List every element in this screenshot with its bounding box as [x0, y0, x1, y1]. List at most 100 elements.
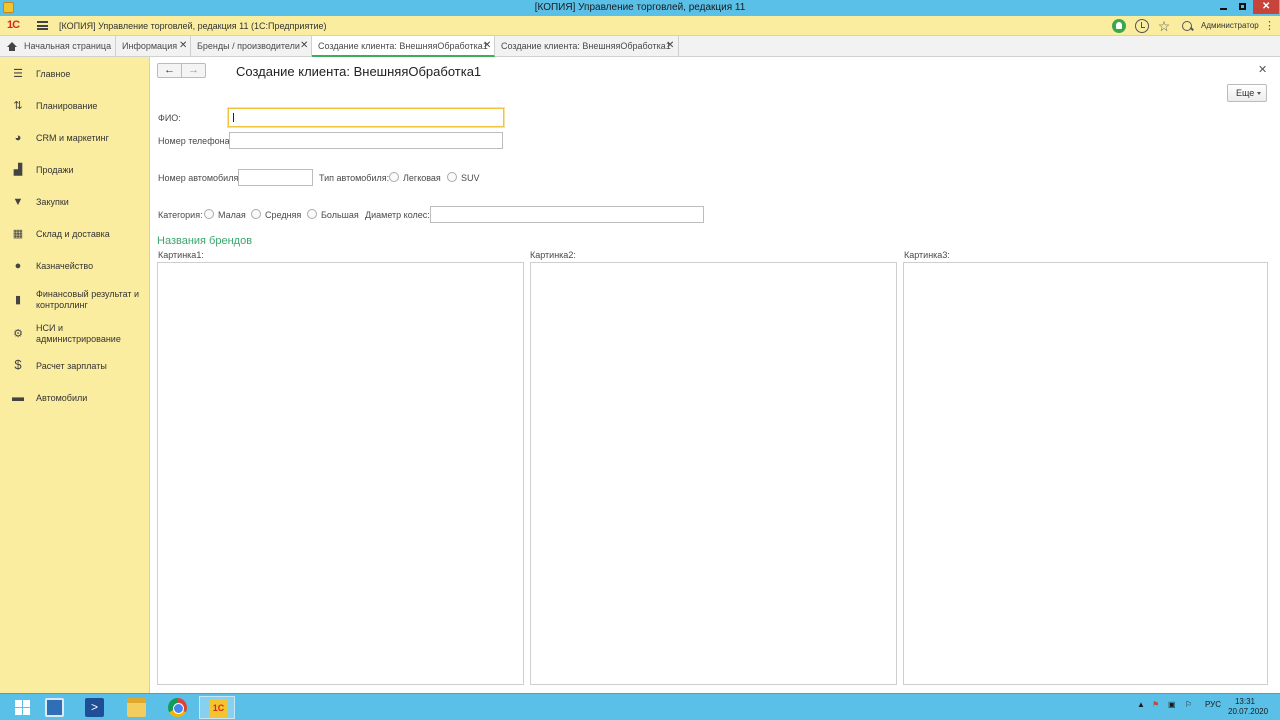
tabs-bar: Начальная страница Информация ✕ Бренды /…	[0, 36, 1280, 57]
picture-1-box[interactable]	[157, 262, 524, 685]
close-tab-icon[interactable]: ✕	[300, 40, 308, 51]
back-button[interactable]: ←	[157, 63, 182, 78]
sidebar-item-sales[interactable]: ▟ Продажи	[0, 155, 150, 185]
forward-button[interactable]: →	[181, 63, 206, 78]
search-icon[interactable]	[1180, 19, 1194, 33]
sidebar-item-label: Планирование	[36, 101, 98, 111]
tray-flag-icon[interactable]: ⚐	[1185, 700, 1192, 709]
picture-3-box[interactable]	[903, 262, 1268, 685]
sections-sidebar: ☰ Главное ⇅ Планирование ◕ CRM и маркети…	[0, 57, 150, 693]
category-radio-medium[interactable]	[251, 209, 261, 219]
sidebar-item-label: Закупки	[36, 197, 69, 207]
tab-create-client[interactable]: Создание клиента: ВнешняяОбработка1 ✕	[495, 36, 679, 57]
tab-info[interactable]: Информация ✕	[116, 36, 191, 57]
taskbar-powershell[interactable]: >	[76, 696, 112, 719]
windows-logo-icon	[15, 708, 22, 715]
sidebar-item-crm[interactable]: ◕ CRM и маркетинг	[0, 123, 150, 153]
pie-chart-icon: ◕	[14, 132, 22, 144]
sidebar-item-label: Казначейство	[36, 261, 94, 271]
sidebar-item-cars[interactable]: ▬ Автомобили	[0, 383, 150, 413]
taskbar-clock[interactable]: 13:31 20.07.2020	[1228, 697, 1268, 717]
tray-security-icon[interactable]: ⚑	[1152, 700, 1159, 709]
bar-chart-icon: ▮	[14, 294, 22, 306]
sidebar-item-finance[interactable]: ▮ Финансовый результат и контроллинг	[0, 283, 150, 317]
car-type-radio-suv[interactable]	[447, 172, 457, 182]
language-indicator[interactable]: РУС	[1205, 700, 1221, 709]
tab-label: Бренды / производители	[197, 41, 300, 51]
minimize-button[interactable]	[1214, 0, 1233, 14]
phone-field[interactable]	[229, 132, 503, 149]
close-tab-icon[interactable]: ✕	[666, 40, 674, 51]
taskbar-chrome[interactable]	[159, 696, 195, 719]
sidebar-item-admin[interactable]: ⚙ НСИ и администрирование	[0, 317, 150, 351]
more-menu-icon[interactable]: ⋮	[1264, 19, 1275, 32]
picture-2-box[interactable]	[530, 262, 897, 685]
chrome-icon	[168, 698, 187, 717]
taskbar-1c[interactable]: 1С	[199, 696, 235, 719]
phone-input[interactable]	[230, 133, 502, 148]
category-radio-small[interactable]	[204, 209, 214, 219]
picture-1-label: Картинка1:	[158, 250, 204, 260]
close-tab-icon[interactable]: ✕	[179, 40, 187, 51]
fio-field[interactable]	[228, 108, 504, 127]
sidebar-item-main[interactable]: ☰ Главное	[0, 59, 150, 89]
sidebar-item-purchases[interactable]: ▼ Закупки	[0, 187, 150, 217]
logo-1c-icon: 1С	[7, 19, 20, 31]
wheel-diameter-input[interactable]	[431, 207, 703, 222]
app-topbar: 1С [КОПИЯ] Управление торговлей, редакци…	[0, 16, 1280, 36]
window-titlebar: [КОПИЯ] Управление торговлей, редакция 1…	[0, 0, 1280, 16]
sidebar-item-warehouse[interactable]: ▦ Склад и доставка	[0, 219, 150, 249]
car-type-radio-passenger[interactable]	[389, 172, 399, 182]
sidebar-item-label: Продажи	[36, 165, 74, 175]
minimize-icon	[1220, 8, 1227, 10]
sidebar-item-label: CRM и маркетинг	[36, 133, 109, 143]
menu-icon: ☰	[13, 68, 23, 80]
history-icon[interactable]	[1135, 19, 1149, 33]
tab-create-client-active[interactable]: Создание клиента: ВнешняяОбработка1 ✕	[312, 36, 495, 57]
close-form-icon[interactable]: ✕	[1258, 63, 1267, 76]
user-name[interactable]: Администратор	[1201, 21, 1259, 30]
sidebar-item-planning[interactable]: ⇅ Планирование	[0, 91, 150, 121]
car-type-label: Тип автомобиля:	[319, 173, 390, 183]
wheel-diameter-field[interactable]	[430, 206, 704, 223]
windows-logo-icon	[23, 708, 30, 715]
clock-time: 13:31	[1234, 697, 1256, 706]
car-type-option-label: Легковая	[403, 173, 441, 183]
sidebar-item-salary[interactable]: $ Расчет зарплаты	[0, 351, 150, 381]
close-window-button[interactable]: ✕	[1253, 0, 1279, 14]
car-number-field[interactable]	[238, 169, 313, 186]
tab-home[interactable]: Начальная страница	[0, 36, 116, 57]
category-radio-large[interactable]	[307, 209, 317, 219]
sidebar-item-label: Финансовый результат и контроллинг	[36, 289, 140, 310]
picture-2-label: Картинка2:	[530, 250, 576, 260]
close-icon: ✕	[1262, 1, 1271, 12]
more-button[interactable]: Еще	[1227, 84, 1267, 102]
car-number-input[interactable]	[239, 170, 312, 185]
money-bag-icon: $	[14, 357, 22, 372]
sidebar-item-label: Автомобили	[36, 393, 88, 403]
main-menu-icon[interactable]	[37, 21, 48, 30]
start-button[interactable]	[4, 696, 40, 719]
sidebar-item-label: Главное	[36, 69, 71, 79]
app-title: [КОПИЯ] Управление торговлей, редакция 1…	[59, 21, 327, 31]
picture-3-label: Картинка3:	[904, 250, 950, 260]
maximize-icon	[1239, 3, 1246, 10]
favorites-star-icon[interactable]: ☆	[1157, 19, 1171, 33]
taskbar-explorer[interactable]	[118, 696, 154, 719]
sidebar-item-treasury[interactable]: ● Казначейство	[0, 251, 150, 281]
tab-label: Создание клиента: ВнешняяОбработка1	[501, 41, 671, 51]
fio-input[interactable]	[229, 109, 503, 126]
1c-app-icon: 1С	[209, 699, 228, 718]
car-icon: ▬	[12, 390, 24, 404]
close-tab-icon[interactable]: ✕	[483, 40, 491, 51]
windows-taskbar: > 1С ▲ ⚑ ▣ ⚐ РУС 13:31 20.07.2020	[0, 693, 1280, 720]
tab-label: Создание клиента: ВнешняяОбработка1	[318, 41, 488, 51]
tab-brands[interactable]: Бренды / производители ✕	[191, 36, 312, 57]
maximize-button[interactable]	[1233, 0, 1252, 14]
tray-expand-icon[interactable]: ▲	[1137, 700, 1145, 709]
category-option-label: Малая	[218, 210, 246, 220]
notifications-bell-icon[interactable]	[1112, 19, 1126, 33]
tray-network-icon[interactable]: ▣	[1168, 700, 1176, 709]
server-manager-icon	[45, 698, 64, 717]
taskbar-server-manager[interactable]	[36, 696, 72, 719]
